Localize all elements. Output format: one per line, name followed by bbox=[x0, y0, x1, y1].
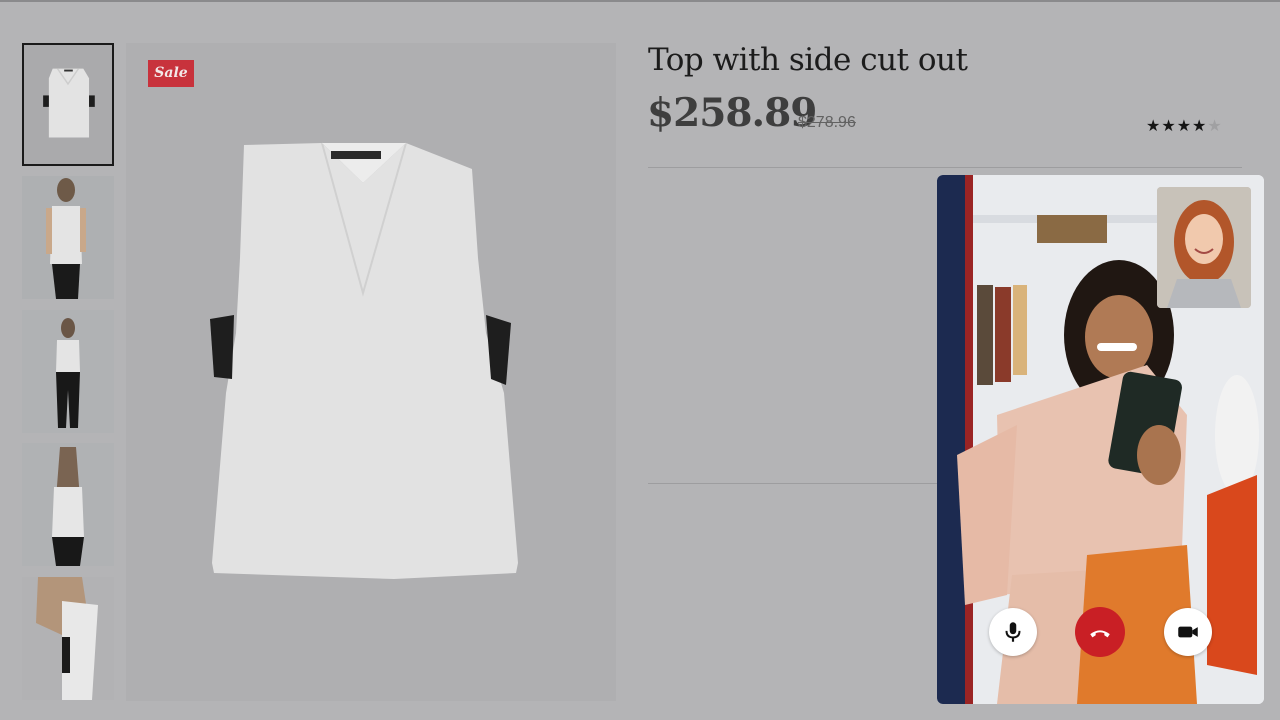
sale-badge: Sale bbox=[148, 60, 194, 87]
video-call-window[interactable] bbox=[937, 175, 1264, 704]
product-flat-image bbox=[43, 68, 95, 138]
product-price: $258.89 bbox=[647, 90, 817, 136]
star-empty-icon: ★ bbox=[1207, 116, 1222, 135]
top-border bbox=[0, 0, 1280, 2]
main-product-image[interactable]: Sale bbox=[126, 43, 616, 701]
rating-stars: ★ ★ ★ ★ ★ bbox=[1146, 117, 1222, 134]
model-front-image bbox=[22, 176, 114, 299]
model-back-image bbox=[22, 443, 114, 566]
thumbnail-model-full[interactable] bbox=[22, 310, 114, 433]
divider-middle bbox=[648, 483, 938, 484]
divider-top bbox=[648, 167, 1242, 168]
model-full-image bbox=[22, 310, 114, 433]
thumbnail-model-side[interactable] bbox=[22, 577, 114, 700]
self-view-video[interactable] bbox=[1157, 187, 1251, 308]
self-view-feed bbox=[1157, 187, 1251, 308]
product-top-illustration bbox=[210, 142, 518, 579]
star-filled-icon: ★ bbox=[1146, 116, 1161, 135]
star-filled-icon: ★ bbox=[1161, 116, 1176, 135]
star-filled-icon: ★ bbox=[1192, 116, 1207, 135]
camera-button[interactable] bbox=[1164, 608, 1212, 656]
camera-icon bbox=[1178, 626, 1198, 638]
thumbnail-product-flat[interactable] bbox=[22, 43, 114, 166]
microphone-button[interactable] bbox=[989, 608, 1037, 656]
thumbnail-model-front[interactable] bbox=[22, 176, 114, 299]
microphone-icon bbox=[1005, 622, 1021, 642]
model-side-image bbox=[22, 577, 114, 700]
original-price: $278.96 bbox=[798, 114, 856, 131]
end-call-button[interactable] bbox=[1075, 607, 1125, 657]
star-filled-icon: ★ bbox=[1176, 116, 1192, 135]
end-call-icon bbox=[1090, 630, 1110, 638]
thumbnail-model-back[interactable] bbox=[22, 443, 114, 566]
product-title: Top with side cut out bbox=[648, 42, 968, 78]
